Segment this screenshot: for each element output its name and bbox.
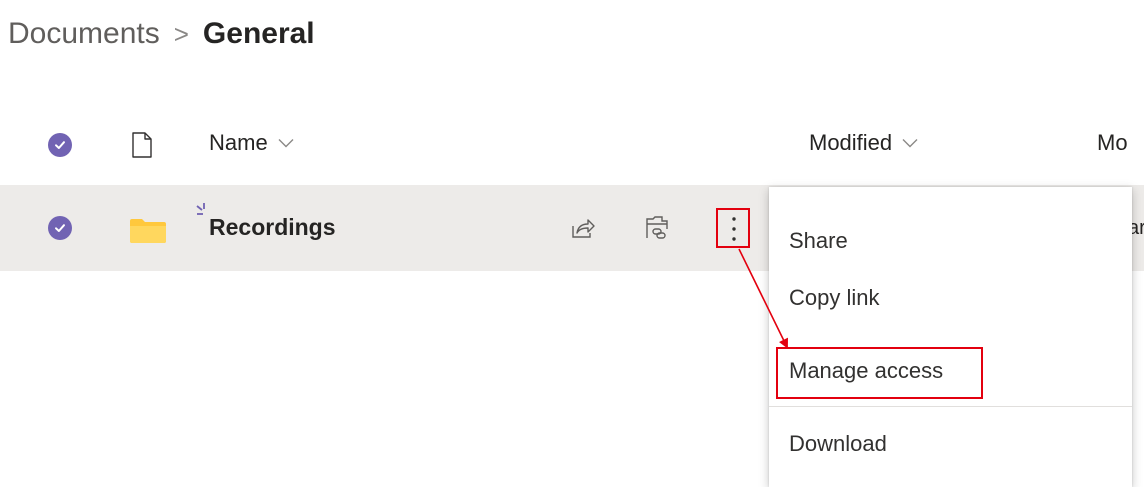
annotation-arrow-icon — [738, 248, 788, 349]
